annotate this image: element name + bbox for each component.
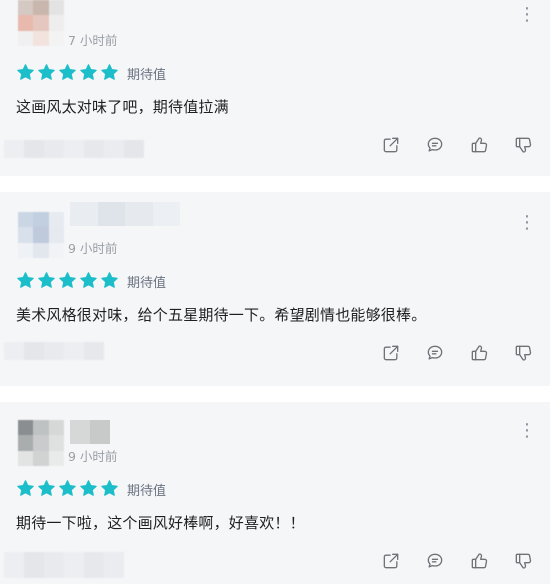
star-icon: [101, 272, 118, 288]
more-options-icon[interactable]: ⋮: [518, 6, 536, 24]
star-icon: [80, 480, 97, 496]
thumbs-up-icon[interactable]: [468, 134, 490, 156]
star-rating: [16, 63, 119, 82]
rating-label: 期待值: [127, 484, 167, 499]
avatar[interactable]: [18, 212, 64, 258]
star-icon: [59, 480, 76, 496]
comment-icon[interactable]: [424, 550, 446, 572]
share-icon[interactable]: [380, 550, 402, 572]
rating-label: 期待值: [127, 276, 167, 291]
star-icon: [80, 272, 97, 288]
star-icon: [59, 272, 76, 288]
star-rating: [16, 271, 119, 290]
review-text: 美术风格很对味，给个五星期待一下。希望剧情也能够很棒。: [16, 306, 427, 324]
star-icon: [38, 64, 55, 80]
comment-icon[interactable]: [424, 134, 446, 156]
review-text: 期待一下啦，这个画风好棒啊，好喜欢！！: [16, 514, 305, 532]
star-icon: [59, 64, 76, 80]
comment-icon[interactable]: [424, 342, 446, 364]
review-time: 9 小时前: [68, 449, 118, 464]
review-meta-blurred: [4, 140, 144, 158]
thumbs-up-icon[interactable]: [468, 342, 490, 364]
username-blurred: [70, 202, 180, 226]
thumbs-down-icon[interactable]: [512, 550, 534, 572]
share-icon[interactable]: [380, 134, 402, 156]
rating-label: 期待值: [127, 68, 167, 83]
review-card: 9 小时前 ⋮ 期待值 美术风格很对味，给个五星期待一下。希望剧情也能够很棒。: [0, 192, 550, 386]
star-icon: [17, 480, 34, 496]
review-actions: [380, 550, 534, 572]
username-blurred: [70, 420, 110, 444]
star-icon: [101, 64, 118, 80]
avatar[interactable]: [18, 0, 64, 46]
star-icon: [17, 272, 34, 288]
thumbs-up-icon[interactable]: [468, 550, 490, 572]
star-icon: [38, 480, 55, 496]
review-time: 7 小时前: [68, 33, 118, 48]
thumbs-down-icon[interactable]: [512, 342, 534, 364]
review-actions: [380, 134, 534, 156]
review-meta-blurred: [4, 552, 124, 578]
star-icon: [17, 64, 34, 80]
thumbs-down-icon[interactable]: [512, 134, 534, 156]
star-rating: [16, 479, 119, 498]
star-icon: [38, 272, 55, 288]
review-card: 7 小时前 ⋮ 期待值 这画风太对味了吧，期待值拉满: [0, 0, 550, 176]
share-icon[interactable]: [380, 342, 402, 364]
star-icon: [80, 64, 97, 80]
avatar[interactable]: [18, 420, 64, 466]
review-text: 这画风太对味了吧，期待值拉满: [16, 98, 229, 116]
review-time: 9 小时前: [68, 241, 118, 256]
more-options-icon[interactable]: ⋮: [518, 422, 536, 440]
more-options-icon[interactable]: ⋮: [518, 214, 536, 232]
review-actions: [380, 342, 534, 364]
review-meta-blurred: [4, 342, 104, 360]
star-icon: [101, 480, 118, 496]
review-card: 9 小时前 ⋮ 期待值 期待一下啦，这个画风好棒啊，好喜欢！！: [0, 402, 550, 584]
